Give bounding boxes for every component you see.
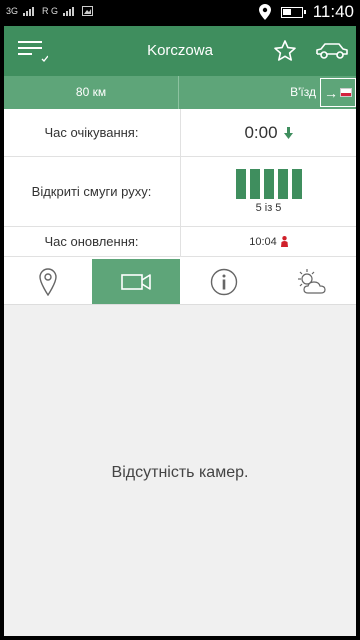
car-icon (316, 43, 348, 59)
toolbar: Korczowa (4, 26, 356, 76)
lane-bar (263, 169, 274, 199)
clock: 11:40 (312, 2, 354, 21)
star-icon (274, 40, 296, 61)
wait-time-cell: 0:00 (180, 109, 356, 156)
lane-bar (249, 169, 260, 199)
lane-bar (235, 169, 246, 199)
tab-weather[interactable] (268, 259, 356, 304)
page-title: Korczowa (147, 42, 213, 59)
crossing-details: Час очікування: 0:00 Відкриті смуги руху… (4, 109, 356, 257)
info-bar: 80 км В'їзд → (4, 76, 356, 109)
tab-bar (4, 259, 356, 305)
wait-time-row: Час очікування: 0:00 (4, 109, 356, 157)
update-time-value: 10:04 (249, 235, 277, 248)
arrow-down-icon (283, 126, 293, 139)
direction-toggle-button[interactable]: → (320, 78, 356, 107)
wait-time-label: Час очікування: (44, 125, 139, 140)
tab-map[interactable] (4, 259, 92, 304)
open-lanes-row: Відкриті смуги руху: 5 із 5 (4, 157, 356, 227)
distance-value: 80 км (4, 76, 179, 109)
update-time-row: Час оновлення: 10:04 (4, 227, 356, 257)
signal-bars-icon (23, 6, 35, 16)
lanes-indicator (235, 169, 302, 199)
info-icon (210, 268, 238, 295)
signal-roaming: R G (42, 6, 59, 16)
empty-state-message: Відсутність камер. (111, 464, 249, 481)
direction-label: В'їзд (290, 85, 316, 99)
vehicle-type-button[interactable] (314, 34, 350, 68)
person-icon (280, 236, 288, 247)
app-screen: Korczowa 80 км В'їзд → Час очікування: 0… (4, 26, 356, 636)
signal-3g: 3G (6, 6, 19, 16)
favorite-button[interactable] (270, 34, 300, 68)
open-lanes-cell: 5 із 5 (180, 157, 356, 226)
update-time-label: Час оновлення: (44, 234, 139, 249)
map-pin-icon (39, 267, 57, 296)
battery-icon (280, 6, 306, 18)
image-notification-icon (82, 6, 94, 16)
lane-bar (277, 169, 288, 199)
tab-info[interactable] (180, 259, 268, 304)
lanes-count: 5 із 5 (255, 202, 282, 214)
signal-indicators: 3G R G (6, 6, 94, 16)
open-lanes-label: Відкриті смуги руху: (31, 184, 152, 199)
camera-icon (121, 273, 151, 290)
status-bar: 3G R G 11:40 (0, 0, 360, 26)
lane-bar (291, 169, 302, 199)
update-time-cell: 10:04 (180, 227, 356, 256)
tab-cameras[interactable] (92, 259, 180, 304)
wait-time-value: 0:00 (244, 122, 278, 142)
weather-icon (298, 268, 326, 294)
location-icon (258, 4, 271, 20)
arrow-right-icon: → (324, 84, 338, 101)
poland-flag-icon (340, 88, 352, 97)
signal-bars-icon (63, 6, 75, 16)
cameras-panel: Відсутність камер. (4, 305, 356, 636)
